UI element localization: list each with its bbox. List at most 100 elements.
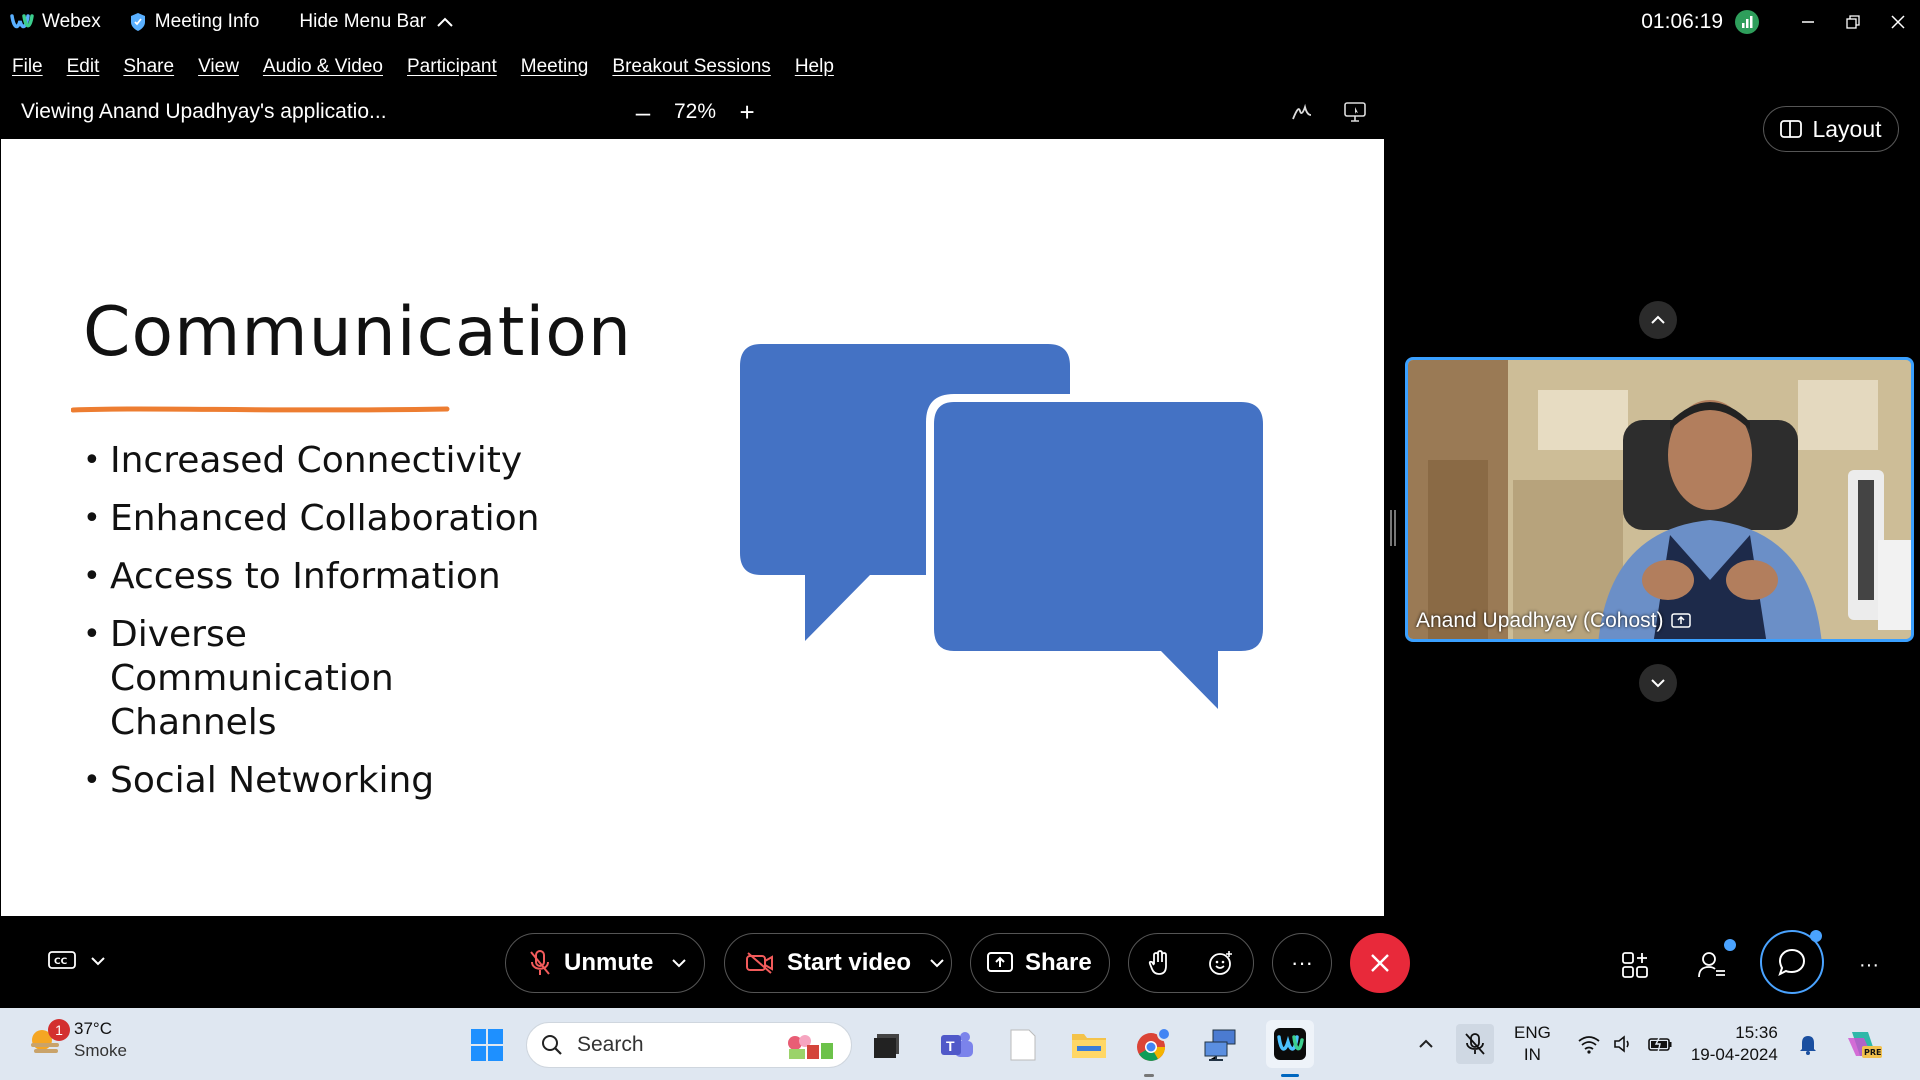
system-clock[interactable]: 15:36 19-04-2024 [1691, 1022, 1778, 1066]
taskbar-app-remote-desktop[interactable] [1202, 1026, 1240, 1064]
bullet-item: Enhanced Collaboration [83, 497, 539, 541]
menu-share[interactable]: Share [123, 56, 174, 78]
weather-temperature: 37°C [74, 1019, 112, 1038]
chevron-up-icon [436, 16, 454, 28]
remote-control-icon[interactable] [1343, 101, 1367, 123]
annotate-icon[interactable] [1291, 101, 1313, 123]
meeting-info-button[interactable]: Meeting Info [129, 11, 259, 33]
volume-icon[interactable] [1613, 1034, 1635, 1054]
webex-logo-icon [10, 13, 34, 31]
chevron-down-icon[interactable] [929, 958, 945, 968]
clock-date: 19-04-2024 [1690, 1045, 1778, 1064]
chevron-down-icon [1651, 679, 1665, 688]
share-viewing-bar: Viewing Anand Upadhyay's applicatio... –… [0, 92, 1385, 132]
raise-hand-icon[interactable] [1148, 950, 1170, 976]
weather-widget[interactable]: 1 37°C Smoke [28, 1018, 127, 1062]
restore-button[interactable] [1830, 0, 1875, 44]
language-code: ENG [1514, 1023, 1551, 1042]
taskbar-app-notepad[interactable] [1004, 1026, 1042, 1064]
close-window-button[interactable] [1875, 0, 1920, 44]
weather-alert-badge: 1 [48, 1019, 70, 1041]
participants-button[interactable] [1692, 939, 1736, 985]
clock-time: 15:36 [1735, 1023, 1778, 1042]
start-video-label: Start video [787, 949, 912, 976]
shared-slide: Communication Increased Connectivity Enh… [1, 139, 1384, 916]
taskbar-app-teams[interactable]: T [938, 1026, 976, 1064]
close-icon [1371, 954, 1389, 972]
chat-button[interactable] [1760, 930, 1824, 994]
menu-breakout-sessions[interactable]: Breakout Sessions [612, 56, 770, 78]
menu-edit[interactable]: Edit [67, 56, 100, 78]
zoom-control: – 72% + [630, 92, 760, 132]
scroll-down-button[interactable] [1639, 664, 1677, 702]
bullet-item: Access to Information [83, 555, 539, 599]
menu-file[interactable]: File [12, 56, 43, 78]
menu-bar: File Edit Share View Audio & Video Parti… [0, 50, 846, 84]
more-options-button[interactable]: ··· [1272, 933, 1332, 993]
shield-icon [129, 12, 147, 32]
minimize-button[interactable] [1785, 0, 1830, 44]
panel-options-button[interactable]: ··· [1849, 945, 1889, 985]
participant-video-feed [1408, 360, 1911, 639]
bullet-item: Increased Connectivity [83, 439, 539, 483]
unmute-label: Unmute [564, 949, 654, 976]
share-button[interactable]: Share [970, 933, 1110, 993]
menu-help[interactable]: Help [795, 56, 834, 78]
meeting-control-bar: CC Unmute Start video Share ··· ··· [0, 920, 1920, 1006]
notification-bell-icon[interactable] [1798, 1033, 1818, 1055]
zoom-out-button[interactable]: – [630, 97, 656, 128]
layout-icon [1780, 120, 1803, 138]
menu-meeting[interactable]: Meeting [521, 56, 589, 78]
taskbar-search-box[interactable]: Search [526, 1022, 852, 1068]
scroll-up-button[interactable] [1639, 301, 1677, 339]
start-video-button[interactable]: Start video [724, 933, 952, 993]
bullet-item: Social Networking [83, 759, 539, 803]
webex-app-label[interactable]: Webex [10, 11, 101, 33]
zoom-in-button[interactable]: + [734, 97, 760, 128]
battery-icon[interactable] [1647, 1034, 1673, 1054]
show-hidden-icons-button[interactable] [1418, 1039, 1434, 1049]
notification-dot [1724, 939, 1736, 951]
leave-meeting-button[interactable] [1350, 933, 1410, 993]
chrome-icon [1137, 1027, 1171, 1061]
more-horizontal-icon: ··· [1859, 953, 1879, 976]
notification-dot [1810, 930, 1822, 942]
input-language-indicator[interactable]: ENG IN [1514, 1022, 1551, 1066]
network-health-icon[interactable] [1735, 10, 1759, 34]
menu-audio-video[interactable]: Audio & Video [263, 56, 383, 78]
mic-muted-icon [528, 949, 552, 977]
task-view-button[interactable] [868, 1026, 906, 1064]
layout-button[interactable]: Layout [1763, 106, 1899, 152]
apps-button[interactable] [1615, 945, 1655, 985]
title-bar: Webex Meeting Info Hide Menu Bar 01:06:1… [0, 0, 1920, 44]
chevron-up-icon [1651, 315, 1665, 324]
weather-condition: Smoke [74, 1041, 127, 1060]
chevron-down-icon[interactable] [671, 958, 687, 968]
webex-icon [1274, 1028, 1306, 1060]
teams-icon: T [941, 1032, 973, 1057]
participant-name-label: Anand Upadhyay (Cohost) [1416, 609, 1692, 633]
emoji-reaction-icon[interactable] [1208, 950, 1234, 976]
search-placeholder: Search [577, 1033, 644, 1056]
taskbar-app-chrome[interactable] [1134, 1026, 1172, 1064]
hide-menu-bar-button[interactable]: Hide Menu Bar [299, 11, 454, 33]
more-options-label: ··· [1291, 950, 1313, 975]
unmute-button[interactable]: Unmute [505, 933, 705, 993]
wifi-icon[interactable] [1577, 1034, 1601, 1054]
copilot-icon[interactable]: PRE [1846, 1028, 1882, 1060]
windows-taskbar: 1 37°C Smoke Search T ENG IN 15:36 19-04… [0, 1008, 1920, 1080]
share-tools [1291, 92, 1367, 132]
app-name: Webex [42, 11, 101, 32]
menu-participant[interactable]: Participant [407, 56, 497, 78]
taskbar-app-webex[interactable] [1266, 1020, 1314, 1068]
participant-video-tile[interactable]: Anand Upadhyay (Cohost) [1405, 357, 1914, 642]
panel-resize-handle[interactable] [1390, 510, 1396, 546]
start-button[interactable] [468, 1026, 506, 1064]
share-screen-icon [987, 952, 1013, 974]
search-icon [542, 1035, 562, 1055]
taskbar-app-file-explorer[interactable] [1070, 1026, 1108, 1064]
mic-muted-tray-icon[interactable] [1456, 1024, 1494, 1064]
captions-button[interactable]: CC [48, 950, 106, 972]
search-highlight-icon [785, 1031, 835, 1061]
menu-view[interactable]: View [198, 56, 239, 78]
